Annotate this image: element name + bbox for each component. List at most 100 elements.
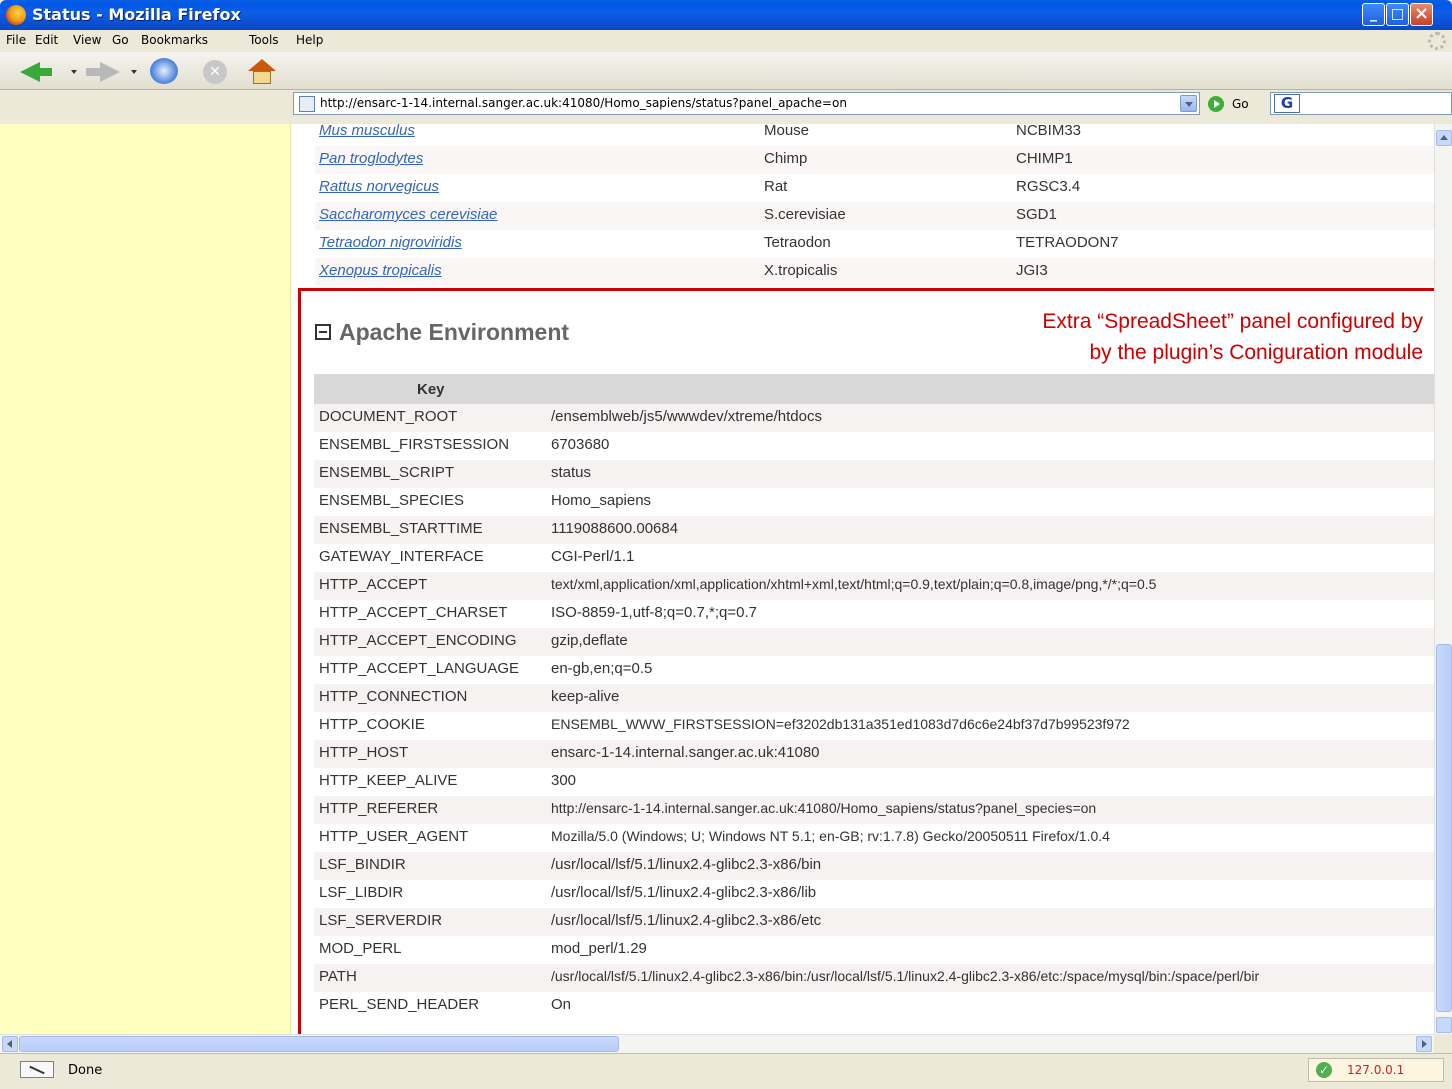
- env-value: Mozilla/5.0 (Windows; U; Windows NT 5.1;…: [551, 828, 1110, 844]
- menu-edit[interactable]: Edit: [35, 33, 58, 47]
- menu-go[interactable]: Go: [112, 33, 129, 47]
- back-arrow-icon[interactable]: [20, 62, 40, 82]
- env-key: DOCUMENT_ROOT: [319, 408, 458, 425]
- panel-title-text: Apache Environment: [339, 319, 570, 345]
- left-sidebar: [0, 124, 291, 1034]
- throbber-icon: [1428, 32, 1446, 50]
- env-value: status: [551, 464, 592, 481]
- env-value: 6703680: [551, 436, 610, 453]
- home-icon[interactable]: [248, 59, 276, 85]
- collapse-icon[interactable]: [315, 324, 331, 340]
- reload-icon[interactable]: [150, 58, 178, 84]
- species-link[interactable]: Pan troglodytes: [319, 150, 423, 167]
- scroll-corner: [1434, 1034, 1452, 1052]
- url-text[interactable]: http://ensarc-1-14.internal.sanger.ac.uk…: [320, 96, 847, 110]
- scroll-right-icon[interactable]: [1416, 1036, 1432, 1052]
- horizontal-scrollbar[interactable]: [0, 1034, 1434, 1053]
- table-row: HTTP_CONNECTION keep-alive: [314, 684, 1434, 712]
- page-content: Mus musculus Mouse NCBIM33 Pan troglodyt…: [0, 124, 1434, 1034]
- env-value: /ensemblweb/js5/wwwdev/xtreme/htdocs: [551, 408, 822, 425]
- minimize-button[interactable]: _: [1362, 3, 1385, 26]
- species-link[interactable]: Mus musculus: [319, 124, 415, 139]
- env-value: en-gb,en;q=0.5: [551, 660, 653, 677]
- vertical-scroll-thumb[interactable]: [1436, 644, 1452, 1012]
- env-key: LSF_BINDIR: [319, 856, 406, 873]
- env-value: CGI-Perl/1.1: [551, 548, 635, 565]
- env-value: /usr/local/lsf/5.1/linux2.4-glibc2.3-x86…: [551, 912, 822, 929]
- env-key: GATEWAY_INTERFACE: [319, 548, 484, 565]
- go-icon[interactable]: [1208, 96, 1224, 112]
- species-row: Tetraodon nigroviridis Tetraodon TETRAOD…: [315, 230, 1434, 258]
- scroll-left-icon[interactable]: [2, 1036, 18, 1052]
- google-search-icon[interactable]: G: [1274, 94, 1300, 113]
- forward-dropdown-icon[interactable]: [131, 70, 137, 74]
- navigation-toolbar: ✕: [0, 52, 1452, 90]
- table-row: HTTP_ACCEPT text/xml,application/xml,appl…: [314, 572, 1434, 600]
- env-key: HTTP_USER_AGENT: [319, 828, 469, 845]
- species-link[interactable]: Xenopus tropicalis: [319, 262, 442, 279]
- table-row: HTTP_KEEP_ALIVE 300: [314, 768, 1434, 796]
- search-box[interactable]: G: [1270, 92, 1452, 115]
- env-key: HTTP_ACCEPT_ENCODING: [319, 632, 517, 649]
- status-text: Done: [68, 1063, 103, 1078]
- env-key: LSF_LIBDIR: [319, 884, 404, 901]
- back-dropdown-icon[interactable]: [71, 70, 77, 74]
- scroll-up-icon[interactable]: [1436, 130, 1452, 146]
- env-value: text/xml,application/xml,application/xht…: [551, 576, 1157, 592]
- forward-button[interactable]: [86, 68, 100, 76]
- table-row: HTTP_COOKIE ENSEMBL_WWW_FIRSTSESSION=ef32…: [314, 712, 1434, 740]
- env-key: PATH: [319, 968, 357, 985]
- table-row: LSF_LIBDIR/usr/local/lsf/5.1/linux2.4-gl…: [314, 880, 1434, 908]
- table-row: HTTP_HOST ensarc-1-14.internal.sanger.ac.…: [314, 740, 1434, 768]
- menu-file[interactable]: File: [6, 33, 26, 47]
- scroll-down-icon[interactable]: [1436, 1017, 1452, 1033]
- env-key: LSF_SERVERDIR: [319, 912, 443, 929]
- species-common: Mouse: [764, 124, 810, 139]
- env-key: ENSEMBL_SCRIPT: [319, 464, 455, 481]
- menu-help[interactable]: Help: [296, 33, 323, 47]
- table-row: LSF_BINDIR/usr/local/lsf/5.1/linux2.4-gl…: [314, 852, 1434, 880]
- vertical-scrollbar[interactable]: [1434, 124, 1452, 1034]
- env-value: ENSEMBL_WWW_FIRSTSESSION=ef3202db131a351…: [551, 716, 1130, 732]
- env-key: HTTP_CONNECTION: [319, 688, 468, 705]
- species-assembly: RGSC3.4: [1016, 178, 1081, 195]
- firefox-logo-icon: [6, 5, 26, 25]
- table-row: HTTP_ACCEPT_LANGUAGE en-gb,en;q=0.5: [314, 656, 1434, 684]
- env-value: mod_perl/1.29: [551, 940, 647, 957]
- env-key: ENSEMBL_SPECIES: [319, 492, 465, 509]
- menu-bookmarks[interactable]: Bookmarks: [141, 33, 208, 47]
- url-dropdown-icon[interactable]: [1180, 95, 1197, 112]
- env-key: HTTP_HOST: [319, 744, 409, 761]
- menu-view[interactable]: View: [73, 33, 101, 47]
- connection-icon: [20, 1061, 54, 1078]
- species-link[interactable]: Saccharomyces cerevisiae: [319, 206, 497, 223]
- env-key: ENSEMBL_FIRSTSESSION: [319, 436, 510, 453]
- species-link[interactable]: Rattus norvegicus: [319, 178, 439, 195]
- species-assembly: TETRAODON7: [1016, 234, 1119, 251]
- env-key: PERL_SEND_HEADER: [319, 996, 480, 1013]
- maximize-button[interactable]: □: [1386, 3, 1409, 26]
- table-header: Key: [314, 374, 1434, 404]
- table-row: PERL_SEND_HEADER On: [314, 992, 1434, 1020]
- species-assembly: SGD1: [1016, 206, 1057, 223]
- env-value: http://ensarc-1-14.internal.sanger.ac.uk…: [551, 800, 1097, 816]
- go-button[interactable]: Go: [1232, 97, 1249, 111]
- table-row: LSF_SERVERDIR/usr/local/lsf/5.1/linux2.4…: [314, 908, 1434, 936]
- back-button[interactable]: [38, 68, 52, 76]
- stop-icon[interactable]: ✕: [203, 60, 227, 84]
- env-value: keep-alive: [551, 688, 620, 705]
- species-assembly: CHIMP1: [1016, 150, 1073, 167]
- env-value: /usr/local/lsf/5.1/linux2.4-glibc2.3-x86…: [551, 856, 822, 873]
- species-link[interactable]: Tetraodon nigroviridis: [319, 234, 462, 251]
- close-button[interactable]: ×: [1410, 3, 1433, 26]
- forward-arrow-icon[interactable]: [100, 62, 120, 82]
- env-key: HTTP_COOKIE: [319, 716, 425, 733]
- table-row: ENSEMBL_SCRIPT status: [314, 460, 1434, 488]
- species-row: Rattus norvegicus Rat RGSC3.4: [315, 174, 1434, 202]
- address-bar[interactable]: http://ensarc-1-14.internal.sanger.ac.uk…: [293, 92, 1200, 115]
- menu-tools[interactable]: Tools: [249, 33, 279, 47]
- panel-title[interactable]: Apache Environment: [315, 319, 569, 346]
- env-value: ISO-8859-1,utf-8;q=0.7,*;q=0.7: [551, 604, 757, 621]
- horizontal-scroll-thumb[interactable]: [19, 1036, 619, 1052]
- env-key: HTTP_KEEP_ALIVE: [319, 772, 458, 789]
